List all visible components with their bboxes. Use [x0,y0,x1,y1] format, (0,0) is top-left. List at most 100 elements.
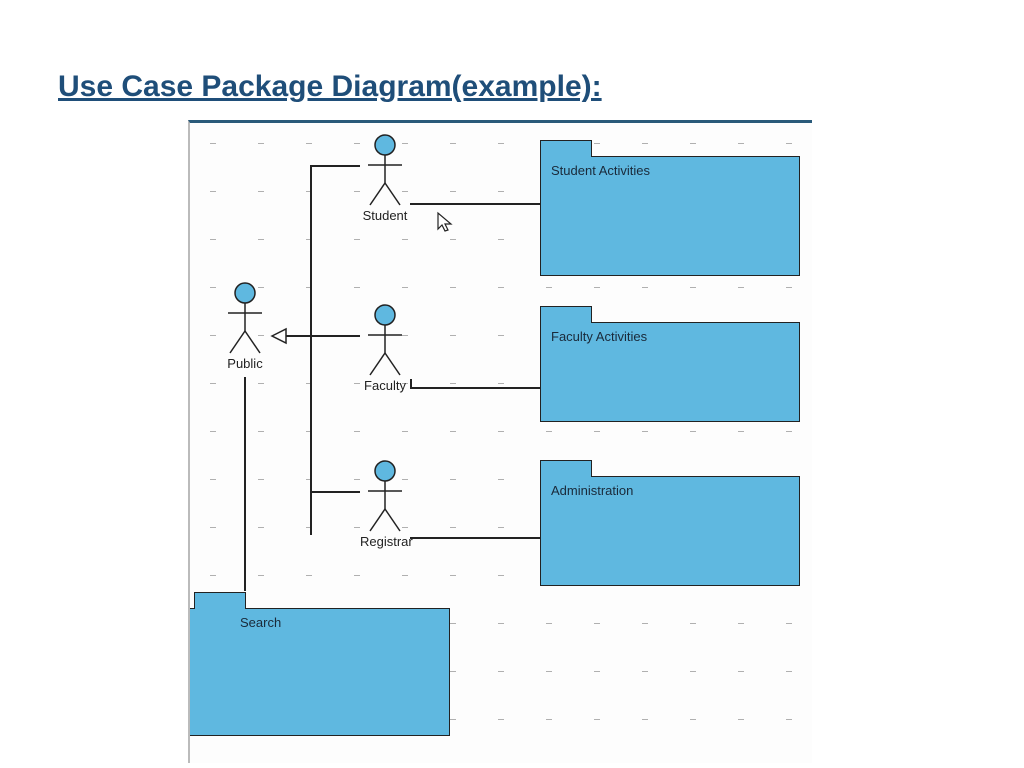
grid-dot [210,287,216,288]
grid-dot [690,671,696,672]
package-search[interactable]: Search [190,591,450,736]
package-label: Faculty Activities [551,329,647,344]
connector [244,377,246,591]
actor-faculty[interactable]: Faculty [360,303,410,393]
connector [410,537,540,539]
grid-dot [450,383,456,384]
grid-dot [258,575,264,576]
actor-public-label: Public [220,356,270,371]
grid-dot [258,143,264,144]
connector [310,165,312,535]
connector [410,379,412,387]
grid-dot [354,287,360,288]
grid-dot [258,527,264,528]
grid-dot [450,287,456,288]
grid-dot [690,623,696,624]
connector [410,387,540,389]
page-title: Use Case Package Diagram(example): [58,70,602,104]
connector [310,165,360,167]
package-label: Student Activities [551,163,650,178]
grid-dot [306,143,312,144]
grid-dot [498,527,504,528]
actor-icon [360,459,410,534]
package-body: Student Activities [540,156,800,276]
grid-dot [402,287,408,288]
grid-dot [594,623,600,624]
grid-dot [546,671,552,672]
package-faculty-activities[interactable]: Faculty Activities [540,305,800,422]
grid-dot [738,623,744,624]
grid-dot [642,287,648,288]
grid-dot [498,479,504,480]
package-tab-icon [540,306,592,323]
package-label: Administration [551,483,633,498]
actor-registrar[interactable]: Registrar [360,459,410,549]
grid-dot [402,431,408,432]
grid-dot [498,623,504,624]
diagram-canvas: // generated below after data load Stude… [188,120,812,763]
grid-dot [498,239,504,240]
grid-dot [354,575,360,576]
grid-dot [258,479,264,480]
package-student-activities[interactable]: Student Activities [540,139,800,276]
grid-dot [450,575,456,576]
grid-dot [210,479,216,480]
grid-dot [402,239,408,240]
grid-dot [738,719,744,720]
grid-dot [450,623,456,624]
grid-dot [210,527,216,528]
grid-dot [690,431,696,432]
grid-dot [258,191,264,192]
package-tab-icon [194,592,246,609]
grid-dot [306,575,312,576]
actor-student-label: Student [360,208,410,223]
package-tab-icon [540,460,592,477]
grid-dot [498,143,504,144]
grid-dot [354,431,360,432]
connector [286,335,310,337]
grid-dot [498,191,504,192]
grid-dot [210,575,216,576]
grid-dot [738,431,744,432]
grid-dot [786,287,792,288]
grid-dot [498,671,504,672]
grid-dot [546,623,552,624]
grid-dot [546,719,552,720]
grid-dot [450,143,456,144]
actor-registrar-label: Registrar [360,534,410,549]
grid-dot [786,431,792,432]
package-tab-icon [540,140,592,157]
grid-dot [738,671,744,672]
grid-dot [258,239,264,240]
grid-dot [450,431,456,432]
grid-dot [594,287,600,288]
grid-dot [642,623,648,624]
grid-dot [738,287,744,288]
grid-dot [402,575,408,576]
grid-dot [642,431,648,432]
grid-dot [210,239,216,240]
actor-public[interactable]: Public [220,281,270,371]
grid-dot [690,287,696,288]
grid-dot [354,239,360,240]
grid-dot [258,383,264,384]
grid-dot [594,719,600,720]
grid-dot [210,191,216,192]
grid-dot [642,719,648,720]
grid-dot [786,623,792,624]
package-administration[interactable]: Administration [540,459,800,586]
grid-dot [498,287,504,288]
grid-dot [450,191,456,192]
actor-student[interactable]: Student [360,133,410,223]
grid-dot [642,671,648,672]
actor-icon [220,281,270,356]
grid-dot [498,431,504,432]
grid-dot [498,575,504,576]
grid-dot [450,479,456,480]
actor-icon [360,303,410,378]
cursor-icon [436,211,454,233]
grid-dot [786,719,792,720]
package-body: Administration [540,476,800,586]
grid-dot [498,383,504,384]
grid-dot [786,671,792,672]
